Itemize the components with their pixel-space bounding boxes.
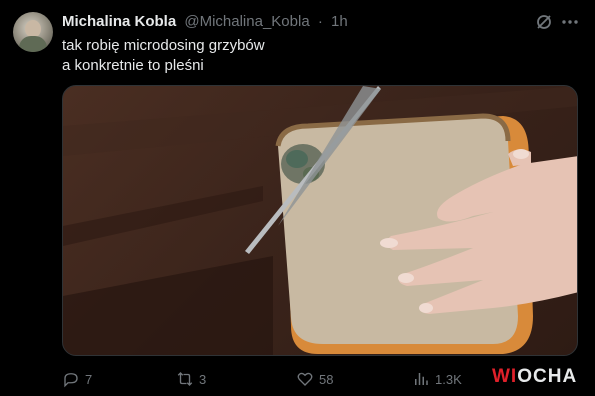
- repost-icon: [177, 372, 193, 386]
- grok-icon[interactable]: [534, 12, 554, 32]
- avatar[interactable]: [13, 12, 53, 52]
- reply-icon: [64, 373, 78, 388]
- reply-count: 7: [85, 371, 93, 387]
- repost-count: 3: [199, 371, 207, 387]
- timestamp[interactable]: 1h: [331, 13, 348, 30]
- more-icon[interactable]: [560, 12, 580, 32]
- views-count: 1.3K: [435, 371, 462, 387]
- tweet-header: Michalina Kobla @Michalina_Kobla · 1h: [62, 13, 348, 31]
- separator: ·: [317, 13, 323, 30]
- tweet-text-line2: a konkretnie to pleśni: [62, 57, 204, 74]
- handle[interactable]: @Michalina_Kobla: [184, 13, 309, 30]
- heart-icon: [297, 372, 313, 386]
- views-button[interactable]: 1.3K: [412, 368, 462, 390]
- tweet-media[interactable]: [62, 85, 578, 356]
- display-name[interactable]: Michalina Kobla: [62, 13, 176, 30]
- repost-button[interactable]: 3: [176, 368, 206, 390]
- views-icon: [415, 373, 428, 385]
- like-count: 58: [319, 371, 334, 387]
- tweet-text-line1: tak robię microdosing grzybów: [62, 37, 265, 54]
- like-button[interactable]: 58: [296, 368, 333, 390]
- avatar-body: [19, 36, 47, 52]
- reply-button[interactable]: 7: [62, 368, 92, 390]
- watermark-part2: OCHA: [517, 366, 578, 387]
- watermark-logo: WIOCHA: [492, 366, 577, 388]
- watermark-part1: WI: [492, 366, 518, 387]
- media-frame: [63, 86, 577, 355]
- tweet-text: tak robię microdosing grzybów a konkretn…: [62, 36, 265, 76]
